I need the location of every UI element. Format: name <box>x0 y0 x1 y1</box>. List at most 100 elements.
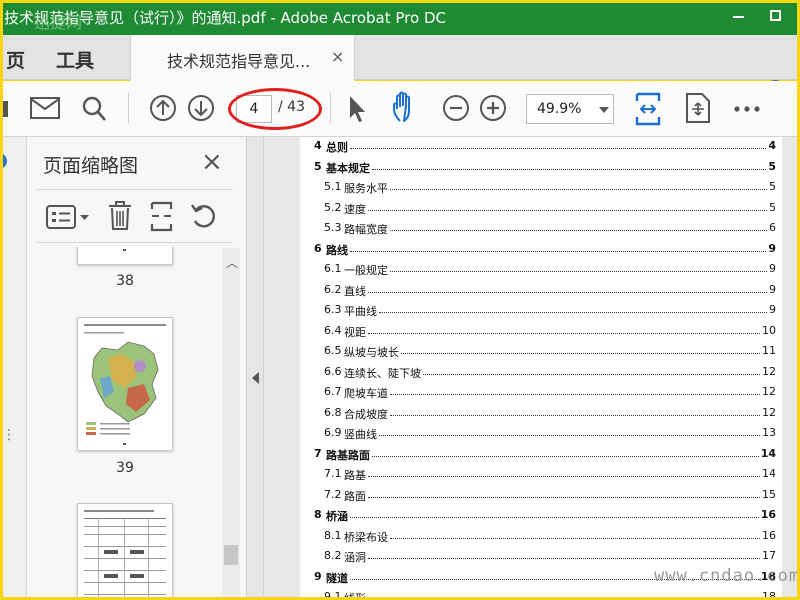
toc-label: 路基路面 <box>326 448 370 462</box>
thumbnail-page[interactable] <box>77 247 173 265</box>
rotate-icon[interactable] <box>189 201 219 231</box>
toc-page-number: 17 <box>762 549 776 562</box>
toc-leader <box>401 353 760 354</box>
organize-pages-icon[interactable] <box>685 92 711 124</box>
collapse-arrow-icon[interactable] <box>252 372 259 384</box>
toc-section[interactable]: 8.2 涵洞 17 <box>314 549 776 565</box>
toc-number: 7.2 <box>324 487 342 501</box>
toc-leader <box>390 394 760 395</box>
thumbnail-panel-icon[interactable] <box>0 153 7 169</box>
toc-section[interactable]: 5.2 速度 5 <box>314 201 776 217</box>
toc-number: 8 <box>314 508 322 521</box>
toc-section[interactable]: 6.3 平曲线 9 <box>314 303 776 319</box>
panel-collapse-bar[interactable] <box>247 137 264 600</box>
thumbnail-page[interactable] <box>77 503 173 600</box>
toc-section[interactable]: 6.4 视距 10 <box>314 324 776 340</box>
toc-label: 桥涵 <box>326 510 348 523</box>
menu-home[interactable]: 页 <box>6 46 25 73</box>
toc-page-number: 10 <box>762 323 776 337</box>
scroll-thumb[interactable] <box>224 545 238 565</box>
toc-section[interactable]: 7.1 路基 14 <box>314 467 776 483</box>
tab-close-icon[interactable]: × <box>331 47 344 66</box>
toc-label: 路基 <box>344 469 366 482</box>
toc-section[interactable]: 7.2 路面 15 <box>314 488 776 504</box>
toc-chapter[interactable]: 8 桥涵 16 <box>314 508 776 524</box>
menu-tools[interactable]: 工具 <box>56 46 94 73</box>
toc-page-number: 6 <box>769 221 776 234</box>
toc-section[interactable]: 6.5 纵坡与坡长 11 <box>314 344 776 360</box>
toc-section[interactable]: 8.1 桥梁布设 16 <box>314 529 776 545</box>
toc-page-number: 14 <box>760 446 776 460</box>
zoom-in-icon[interactable] <box>479 94 507 122</box>
toc-page-number: 9 <box>769 303 776 316</box>
search-icon[interactable] <box>81 95 107 123</box>
toc-number: 9.1 <box>324 590 342 600</box>
toc-page-number: 11 <box>762 344 776 357</box>
thumbnail-options-icon[interactable] <box>45 204 91 230</box>
toc-section[interactable]: 6.9 竖曲线 13 <box>314 426 776 442</box>
toc-chapter[interactable]: 4 总则 4 <box>314 139 776 155</box>
close-icon[interactable]: × <box>201 147 223 177</box>
previous-page-icon[interactable] <box>149 94 177 122</box>
toc-section[interactable]: 9.1 线形 18 <box>314 590 776 600</box>
toc-leader <box>379 312 767 313</box>
toc-section[interactable]: 6.1 一般规定 9 <box>314 262 776 278</box>
toc-leader <box>372 455 759 457</box>
toolbar-separator <box>330 93 331 123</box>
minimize-button[interactable] <box>733 16 744 18</box>
more-options-icon[interactable] <box>734 105 760 113</box>
toc-label: 桥梁布设 <box>344 530 388 544</box>
toc-page-number: 5 <box>769 180 776 193</box>
toc-number: 6.1 <box>324 262 342 275</box>
toc-section[interactable]: 5.3 路幅宽度 6 <box>314 221 776 237</box>
toc-page-number: 12 <box>762 364 776 378</box>
toc-page-number: 12 <box>762 385 776 398</box>
toc-chapter[interactable]: 5 基本规定 5 <box>314 160 776 176</box>
scroll-up-icon[interactable]: ︿ <box>226 254 238 271</box>
print-icon[interactable] <box>2 99 8 119</box>
toc-leader <box>368 496 760 498</box>
toc-number: 6.4 <box>324 323 342 337</box>
mail-icon[interactable] <box>30 97 60 119</box>
toc-page-number: 16 <box>760 508 776 521</box>
toc-leader <box>390 230 767 231</box>
select-cursor-icon[interactable] <box>346 94 368 124</box>
toc-page-number: 15 <box>762 487 776 501</box>
toc-page-number: 4 <box>768 139 776 152</box>
next-page-icon[interactable] <box>187 94 215 122</box>
tab-document[interactable]: 技术规范指导意见... × <box>130 35 355 81</box>
annotation-circle <box>228 88 322 130</box>
zoom-select[interactable]: 49.9% <box>526 94 614 124</box>
thumbnail-page[interactable] <box>77 317 173 451</box>
toc-number: 9 <box>314 569 322 583</box>
fit-page-icon[interactable] <box>634 91 662 127</box>
toc-label: 竖曲线 <box>344 428 377 441</box>
toc-leader <box>368 209 767 211</box>
document-view[interactable]: 4 总则 4 5 基本规定 5 5.1 服务水平 5 5.2 速度 5 5.3 路幅宽度 6 6 路线 9 6.1 一… <box>264 137 800 600</box>
toc-section[interactable]: 6.2 直线 9 <box>314 283 776 299</box>
toc-page-number: 9 <box>769 262 776 275</box>
rail-grip-icon[interactable]: ⋮ <box>2 427 16 443</box>
toc-page-number: 16 <box>762 528 776 542</box>
title-bar: 技术规范指导意见（试行）》的通知.pdf - Adobe Acrobat Pro… <box>0 0 800 35</box>
toc-leader <box>372 168 766 170</box>
toc-section[interactable]: 6.6 连续长、陡下坡 12 <box>314 365 776 381</box>
zoom-out-icon[interactable] <box>442 94 470 122</box>
toc-label: 路面 <box>344 489 366 503</box>
toc-section[interactable]: 5.1 服务水平 5 <box>314 180 776 196</box>
toc-chapter[interactable]: 6 路线 9 <box>314 242 776 258</box>
toc-label: 合成坡度 <box>344 407 388 421</box>
toc-chapter[interactable]: 7 路基路面 14 <box>314 447 776 463</box>
toc-section[interactable]: 6.8 合成坡度 12 <box>314 406 776 422</box>
thumbnail-scrollbar[interactable]: ︿ <box>222 248 240 600</box>
left-rail: ⋮ <box>0 137 27 600</box>
delete-icon[interactable] <box>107 200 133 232</box>
toc-leader <box>368 291 767 293</box>
toc-page-number: 9 <box>768 241 776 255</box>
maximize-button[interactable] <box>770 10 781 21</box>
hand-tool-icon[interactable] <box>390 91 422 125</box>
toc-label: 路幅宽度 <box>344 223 388 236</box>
toc-number: 6.5 <box>324 344 342 357</box>
split-pages-icon[interactable] <box>149 200 175 232</box>
toc-section[interactable]: 6.7 爬坡车道 12 <box>314 385 776 401</box>
